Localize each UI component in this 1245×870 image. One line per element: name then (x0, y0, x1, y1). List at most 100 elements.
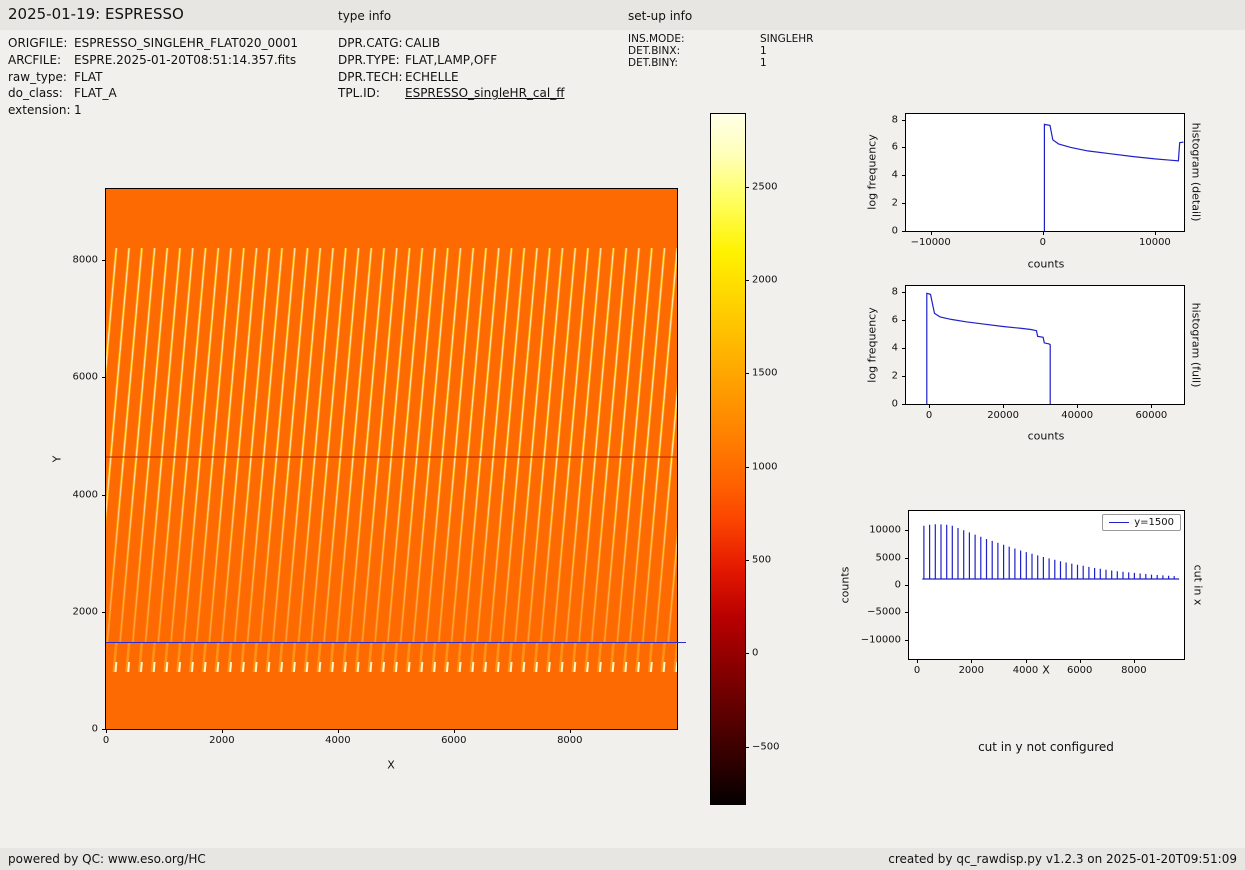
meta-label: DET.BINX: (628, 45, 681, 57)
arcfile-value: ESPRE.2025-01-20T08:51:14.357.fits (74, 52, 297, 67)
tick-mark (745, 560, 749, 562)
meta-label: ORIGFILE: (8, 36, 68, 50)
stripe-fade-overlay (106, 248, 677, 643)
tick-label: 8000 (1121, 665, 1147, 676)
tick-mark (102, 377, 106, 379)
tick-label: 1000 (752, 461, 778, 473)
footer-left-text: powered by QC: www.eso.org/HC (8, 852, 206, 866)
tick-label: 4 (891, 342, 898, 354)
tick-label: 6000 (441, 735, 467, 746)
cut-x-title: cut in x (1191, 564, 1205, 606)
tick-mark (1042, 231, 1044, 235)
histogram-full-plot: 0 20000 40000 60000 0 2 4 6 8 (892, 285, 1185, 421)
tick-mark (745, 280, 749, 282)
tick-mark (337, 729, 339, 733)
tick-mark (745, 373, 749, 375)
ins-mode-value: SINGLEHR (760, 33, 814, 45)
tick-mark (930, 231, 932, 235)
tick-mark (221, 729, 223, 733)
tick-label: 8 (891, 114, 898, 126)
hist_full-series (926, 292, 1051, 404)
det-biny-value: 1 (760, 57, 767, 69)
tick-label: −5000 (867, 606, 901, 618)
hist-detail-title: histogram (detail) (1189, 122, 1203, 222)
type-info-block: DPR.CATG: CALIB DPR.TYPE: FLAT,LAMP,OFF … (338, 36, 564, 101)
cut-x-ylabel: counts (838, 566, 852, 604)
do-class-value: FLAT_A (74, 86, 117, 101)
file-info-block: ORIGFILE: ESPRESSO_SINGLEHR_FLAT020_0001… (8, 36, 299, 118)
tpl-id-link[interactable]: ESPRESSO_singleHR_cal_ff (405, 87, 564, 101)
hist-detail-xlabel: counts (1027, 257, 1065, 271)
tick-label: 6 (891, 314, 898, 326)
dpr-tech-value: ECHELLE (405, 69, 459, 84)
legend-label: y=1500 (1134, 517, 1174, 528)
cut_x-series (922, 524, 1180, 580)
tick-label: 6000 (1066, 665, 1093, 676)
tick-label: 4000 (72, 489, 98, 501)
tick-mark (102, 260, 106, 262)
legend: y=1500 (1102, 514, 1181, 531)
tick-label: 5000 (875, 552, 901, 564)
tick-mark (929, 404, 930, 408)
setup-info-heading: set-up info (628, 9, 693, 23)
tick-label: 8000 (72, 254, 98, 266)
tick-label: 2000 (752, 274, 778, 286)
tick-mark (102, 611, 106, 613)
tick-label: 2 (891, 197, 898, 209)
bright-order-dashes (106, 662, 677, 672)
hist-full-xlabel: counts (1027, 429, 1065, 443)
tick-label: −500 (752, 741, 780, 753)
tick-mark (745, 466, 749, 468)
tick-label: 2500 (752, 181, 778, 193)
dpr-catg-value: CALIB (405, 36, 441, 50)
tick-label: 6 (891, 141, 898, 153)
hist-full-ylabel: log frequency (865, 307, 879, 383)
dpr-type-value: FLAT,LAMP,OFF (405, 52, 498, 67)
hist_detail-series (1043, 123, 1184, 231)
tick-label: −10000 (860, 634, 901, 646)
tick-label: 2 (891, 370, 898, 382)
tick-mark (1003, 404, 1005, 408)
colorbar: −500 0 500 1000 1500 2000 2500 (710, 113, 779, 805)
tick-mark (902, 231, 906, 232)
tick-label: 2000 (209, 735, 235, 746)
tick-mark (745, 653, 749, 655)
footer-right-text: created by qc_rawdisp.py v1.2.3 on 2025-… (888, 852, 1237, 866)
tick-label: 0 (102, 735, 110, 746)
meta-label: extension: (8, 103, 71, 118)
main-xlabel: X (387, 758, 395, 772)
tick-mark (1079, 659, 1081, 663)
tick-mark (1025, 659, 1027, 663)
tick-label: 1500 (752, 367, 778, 379)
raw-type-value: FLAT (74, 69, 103, 84)
setup-info-block: INS.MODE: SINGLEHR DET.BINX: 1 DET.BINY:… (628, 34, 813, 69)
origfile-value: ESPRESSO_SINGLEHR_FLAT020_0001 (74, 36, 299, 50)
cut-y-note: cut in y not configured (978, 740, 1114, 754)
meta-label: DPR.CATG: (338, 36, 403, 50)
meta-label: DPR.TECH: (338, 69, 403, 84)
cut-in-x-plot: y=1500 0 2000 4000 6000 8000 −10000 −5000 0 5000… (861, 510, 1185, 676)
dark-detector-row (106, 456, 677, 459)
tick-mark (917, 659, 919, 663)
cut-x-xlabel: X (1042, 663, 1050, 677)
tick-label: 0 (891, 398, 898, 410)
tick-mark (569, 729, 571, 733)
tick-label: 8 (891, 286, 898, 298)
tick-label: 60000 (1135, 410, 1168, 421)
meta-label: ARCFILE: (8, 52, 62, 67)
tick-label: 40000 (1061, 410, 1094, 421)
meta-label: TPL.ID: (338, 86, 380, 101)
tick-mark (1077, 404, 1079, 408)
raw-frame-plot: 0 2000 4000 6000 8000 0 2000 4000 6000 8000 (73, 188, 686, 746)
tick-mark (971, 659, 973, 663)
tick-mark (745, 746, 749, 748)
legend-line-sample (1109, 522, 1130, 523)
meta-label: DPR.TYPE: (338, 52, 400, 67)
hist-full-title: histogram (full) (1189, 302, 1203, 388)
cut-position-line (106, 641, 686, 644)
tick-label: 0 (891, 225, 898, 237)
tick-label: 10000 (1138, 237, 1171, 248)
raw-frame-image (106, 189, 677, 729)
tick-label: 0 (913, 665, 921, 676)
tick-label: 2000 (72, 606, 98, 618)
